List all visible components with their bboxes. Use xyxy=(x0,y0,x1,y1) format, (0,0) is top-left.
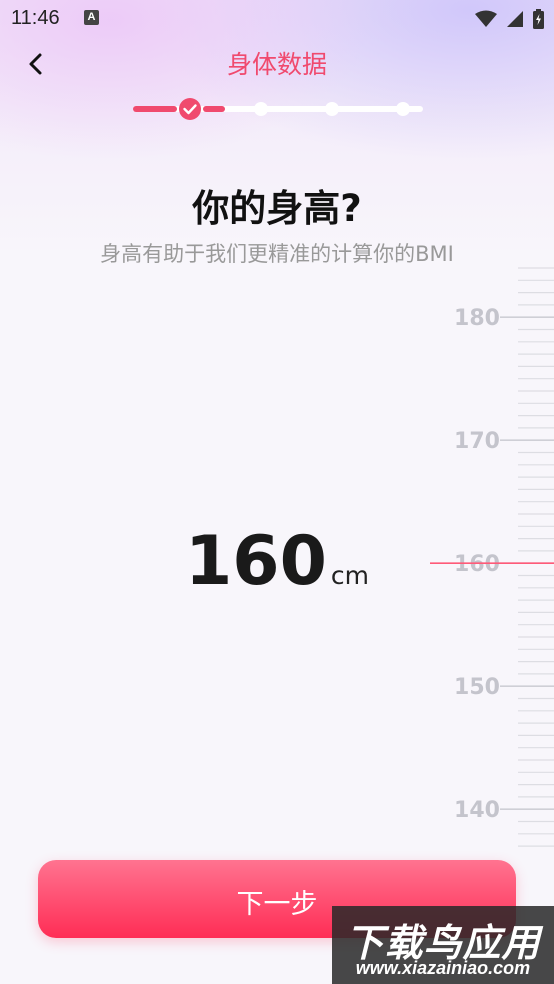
question-title: 你的身高? xyxy=(192,187,362,230)
ruler-label: 180 xyxy=(454,306,500,331)
ruler-label: 140 xyxy=(454,798,500,823)
signal-icon xyxy=(506,10,523,27)
height-ruler[interactable]: 180 170 160 150 140 xyxy=(430,262,554,862)
status-icons xyxy=(471,8,544,29)
step-dot xyxy=(325,102,339,116)
step-dot-completed xyxy=(179,98,201,120)
watermark: 下载鸟应用 www.xiazainiao.com xyxy=(332,906,554,984)
ruler-label: 170 xyxy=(454,429,500,454)
status-bar: 11:46 A xyxy=(0,0,554,36)
step-dot xyxy=(254,102,268,116)
watermark-url: www.xiazainiao.com xyxy=(355,958,531,978)
wifi-icon xyxy=(474,10,497,27)
ruler-label: 160 xyxy=(454,552,500,577)
notification-icon: A xyxy=(84,10,99,25)
progress-stepper xyxy=(133,98,423,120)
step-dot xyxy=(396,102,410,116)
page-title: 身体数据 xyxy=(226,50,327,79)
height-unit: cm xyxy=(330,561,370,590)
status-time: 11:46 xyxy=(11,7,60,29)
ruler-label: 150 xyxy=(454,675,500,700)
height-value: 160 xyxy=(184,522,327,601)
battery-icon xyxy=(533,8,544,29)
